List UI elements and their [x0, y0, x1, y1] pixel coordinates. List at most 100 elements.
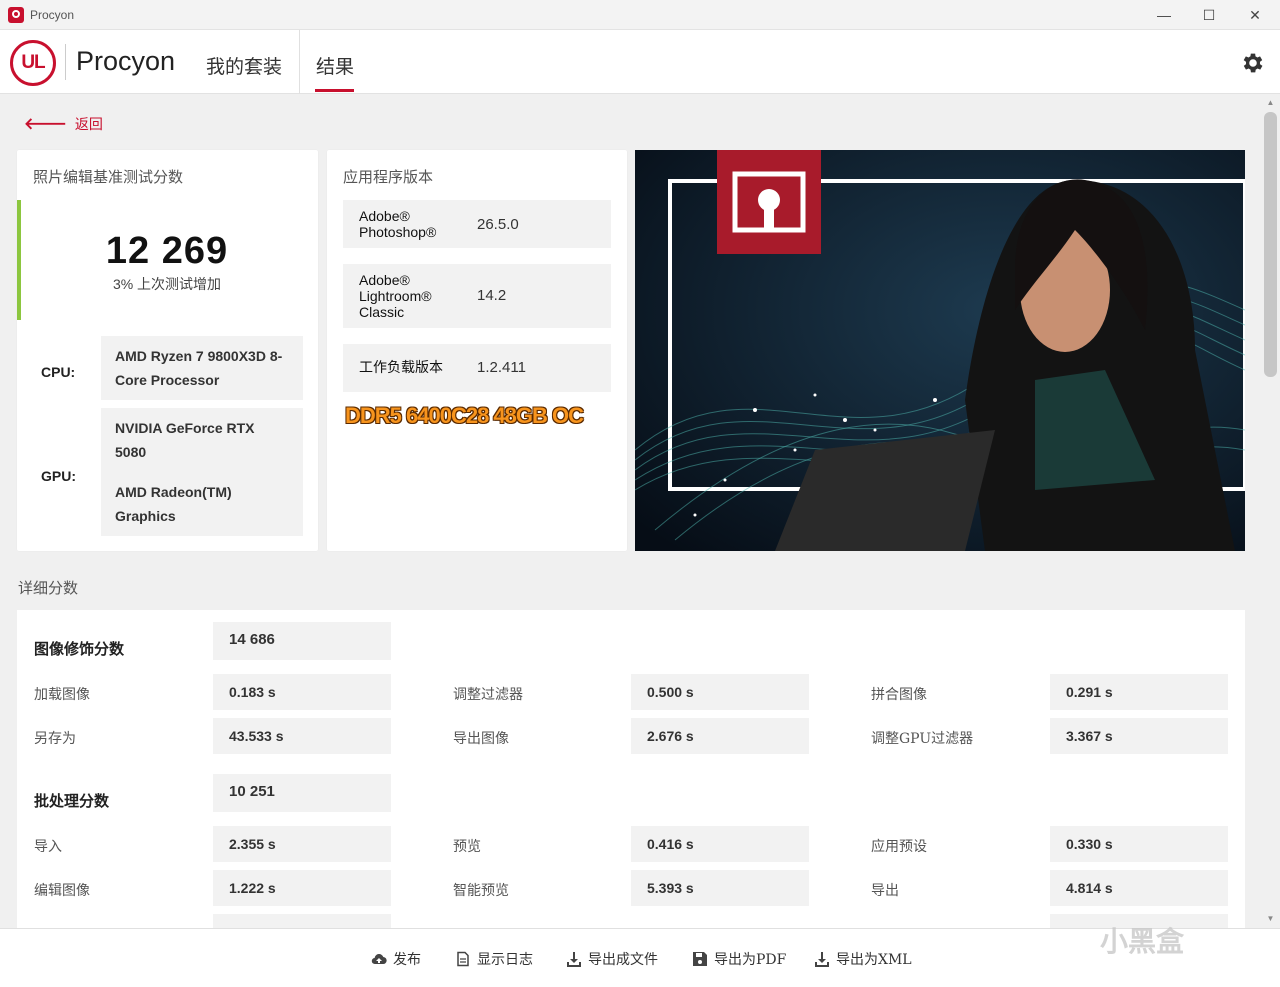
publish-label: 发布 — [393, 952, 421, 968]
gpu-value-1: NVIDIA GeForce RTX 5080 — [115, 420, 255, 460]
metric-label: 调整过滤器 — [453, 687, 523, 703]
detail-scores-card: 图像修饰分数 14 686 加载图像 0.183 s 调整过滤器 0.500 s… — [17, 610, 1245, 928]
metric-label: 应用预设 — [871, 839, 927, 855]
metric-value: 3.367 s — [1050, 718, 1228, 754]
memory-annotation: DDR5 6400C28 48GB OC — [345, 403, 584, 428]
metric-value: 5.393 s — [631, 870, 809, 906]
metric-value: 0.330 s — [1050, 826, 1228, 862]
metric-label: 编辑图像 — [34, 883, 90, 899]
metric-value: 0.183 s — [213, 674, 391, 710]
document-icon — [457, 951, 469, 967]
back-label: 返回 — [74, 116, 103, 132]
cpu-value: AMD Ryzen 7 9800X3D 8-Core Processor — [101, 336, 303, 400]
export-pdf-label: 导出为PDF — [714, 952, 787, 968]
gear-icon[interactable] — [1240, 50, 1266, 76]
version-name: 工作负载版本 — [359, 360, 443, 376]
metric-label: 智能预览 — [453, 883, 509, 899]
gpu-values: NVIDIA GeForce RTX 5080 AMD Radeon(TM) G… — [101, 408, 303, 536]
export-xml-label: 导出为XML — [836, 952, 912, 968]
metric-value: 2.676 s — [631, 718, 809, 754]
cloud-upload-icon — [371, 954, 387, 965]
version-value: 26.5.0 — [477, 216, 519, 233]
maximize-button[interactable]: ☐ — [1186, 0, 1232, 30]
cpu-label: CPU: — [41, 364, 76, 380]
metric-value: 0.416 s — [631, 826, 809, 862]
version-name-line: Adobe® — [359, 208, 410, 224]
scroll-down-icon[interactable]: ▼ — [1264, 914, 1277, 923]
publish-button[interactable]: 发布 — [371, 949, 421, 969]
show-log-label: 显示日志 — [477, 952, 533, 968]
score-card-title: 照片编辑基准测试分数 — [33, 168, 184, 186]
version-value: 14.2 — [477, 287, 507, 304]
version-name-line: Lightroom® — [359, 288, 432, 304]
window-title: Procyon — [30, 8, 75, 22]
version-name: Adobe® Photoshop® — [359, 208, 436, 240]
logo-divider — [65, 44, 66, 80]
metric-label: 加载图像 — [34, 687, 90, 703]
title-bar: Procyon — ☐ ✕ — [0, 0, 1280, 30]
version-name: Adobe® Lightroom® Classic — [359, 272, 432, 320]
metric-value: 0.500 s — [631, 674, 809, 710]
metric-value: 1.222 s — [213, 870, 391, 906]
export-xml-button[interactable]: 导出为XML — [814, 949, 912, 969]
metric-value: 43.533 s — [213, 718, 391, 754]
version-card-title: 应用程序版本 — [343, 168, 434, 186]
version-card: 应用程序版本 Adobe® Photoshop® 26.5.0 Adobe® L… — [327, 150, 627, 551]
details-title: 详细分数 — [18, 579, 79, 597]
export-pdf-button[interactable]: 导出为PDF — [692, 949, 786, 969]
arrow-left-icon: 🡐 — [24, 116, 67, 133]
brand-name: Procyon — [76, 46, 176, 76]
hero-illustration — [635, 150, 1245, 551]
export-file-label: 导出成文件 — [588, 952, 658, 968]
close-button[interactable]: ✕ — [1232, 0, 1278, 30]
version-row-workload: 工作负载版本 1.2.411 — [343, 344, 611, 392]
group-name: 图像修饰分数 — [34, 640, 125, 658]
score-delta: 3% 上次测试增加 — [112, 276, 222, 292]
download-icon — [567, 952, 581, 967]
version-row-photoshop: Adobe® Photoshop® 26.5.0 — [343, 200, 611, 248]
benchmark-hero-image — [635, 150, 1245, 551]
version-name-line: Photoshop® — [359, 224, 437, 240]
back-link[interactable]: 🡐 返回 — [24, 113, 103, 134]
ul-logo: UL — [10, 40, 56, 86]
save-icon — [693, 952, 707, 966]
ul-logo-text: UL — [21, 52, 45, 73]
bottom-toolbar: 发布 显示日志 导出成文件 导出为PDF 导出为XML — [0, 928, 1280, 987]
watermark: 小黑盒 — [1100, 926, 1185, 957]
score-card: 照片编辑基准测试分数 12 269 3% 上次测试增加 CPU: AMD Ryz… — [17, 150, 318, 551]
group-score: 10 251 — [213, 774, 391, 812]
export-file-button[interactable]: 导出成文件 — [566, 949, 658, 969]
metric-label: 导出 — [871, 883, 899, 899]
show-log-button[interactable]: 显示日志 — [455, 949, 533, 969]
metric-value: 0.291 s — [1050, 674, 1228, 710]
overall-score: 12 269 — [105, 230, 229, 272]
app-icon — [8, 7, 24, 23]
metric-label: 拼合图像 — [871, 687, 927, 703]
version-value: 1.2.411 — [477, 359, 526, 376]
nav-results[interactable]: 结果 — [316, 52, 354, 79]
metric-label: 调整GPU过滤器 — [871, 731, 974, 747]
app-header: UL Procyon 我的套装 结果 — [0, 30, 1280, 94]
gpu-value-2: AMD Radeon(TM) Graphics — [115, 484, 232, 524]
scroll-up-icon[interactable]: ▲ — [1264, 98, 1277, 107]
nav-my-suites[interactable]: 我的套装 — [206, 52, 282, 79]
nav-divider — [299, 30, 300, 94]
version-name-line: Adobe® — [359, 272, 410, 288]
metric-value: 4.814 s — [1050, 870, 1228, 906]
metric-label: 导出图像 — [453, 731, 509, 747]
metric-value-partial — [213, 914, 391, 928]
group-score: 14 686 — [213, 622, 391, 660]
download-icon — [815, 952, 829, 967]
minimize-button[interactable]: — — [1141, 0, 1187, 30]
gpu-label: GPU: — [41, 468, 76, 484]
group-name: 批处理分数 — [34, 792, 110, 810]
results-view: 🡐 返回 照片编辑基准测试分数 12 269 3% 上次测试增加 CPU: AMD… — [0, 95, 1262, 928]
metric-label: 导入 — [34, 839, 62, 855]
nav-active-indicator — [315, 89, 354, 92]
metric-label: 预览 — [453, 839, 481, 855]
version-row-lightroom: Adobe® Lightroom® Classic 14.2 — [343, 264, 611, 328]
metric-label: 另存为 — [34, 731, 76, 747]
scrollbar-thumb[interactable] — [1264, 112, 1277, 377]
metric-value: 2.355 s — [213, 826, 391, 862]
version-name-line: Classic — [359, 304, 405, 320]
